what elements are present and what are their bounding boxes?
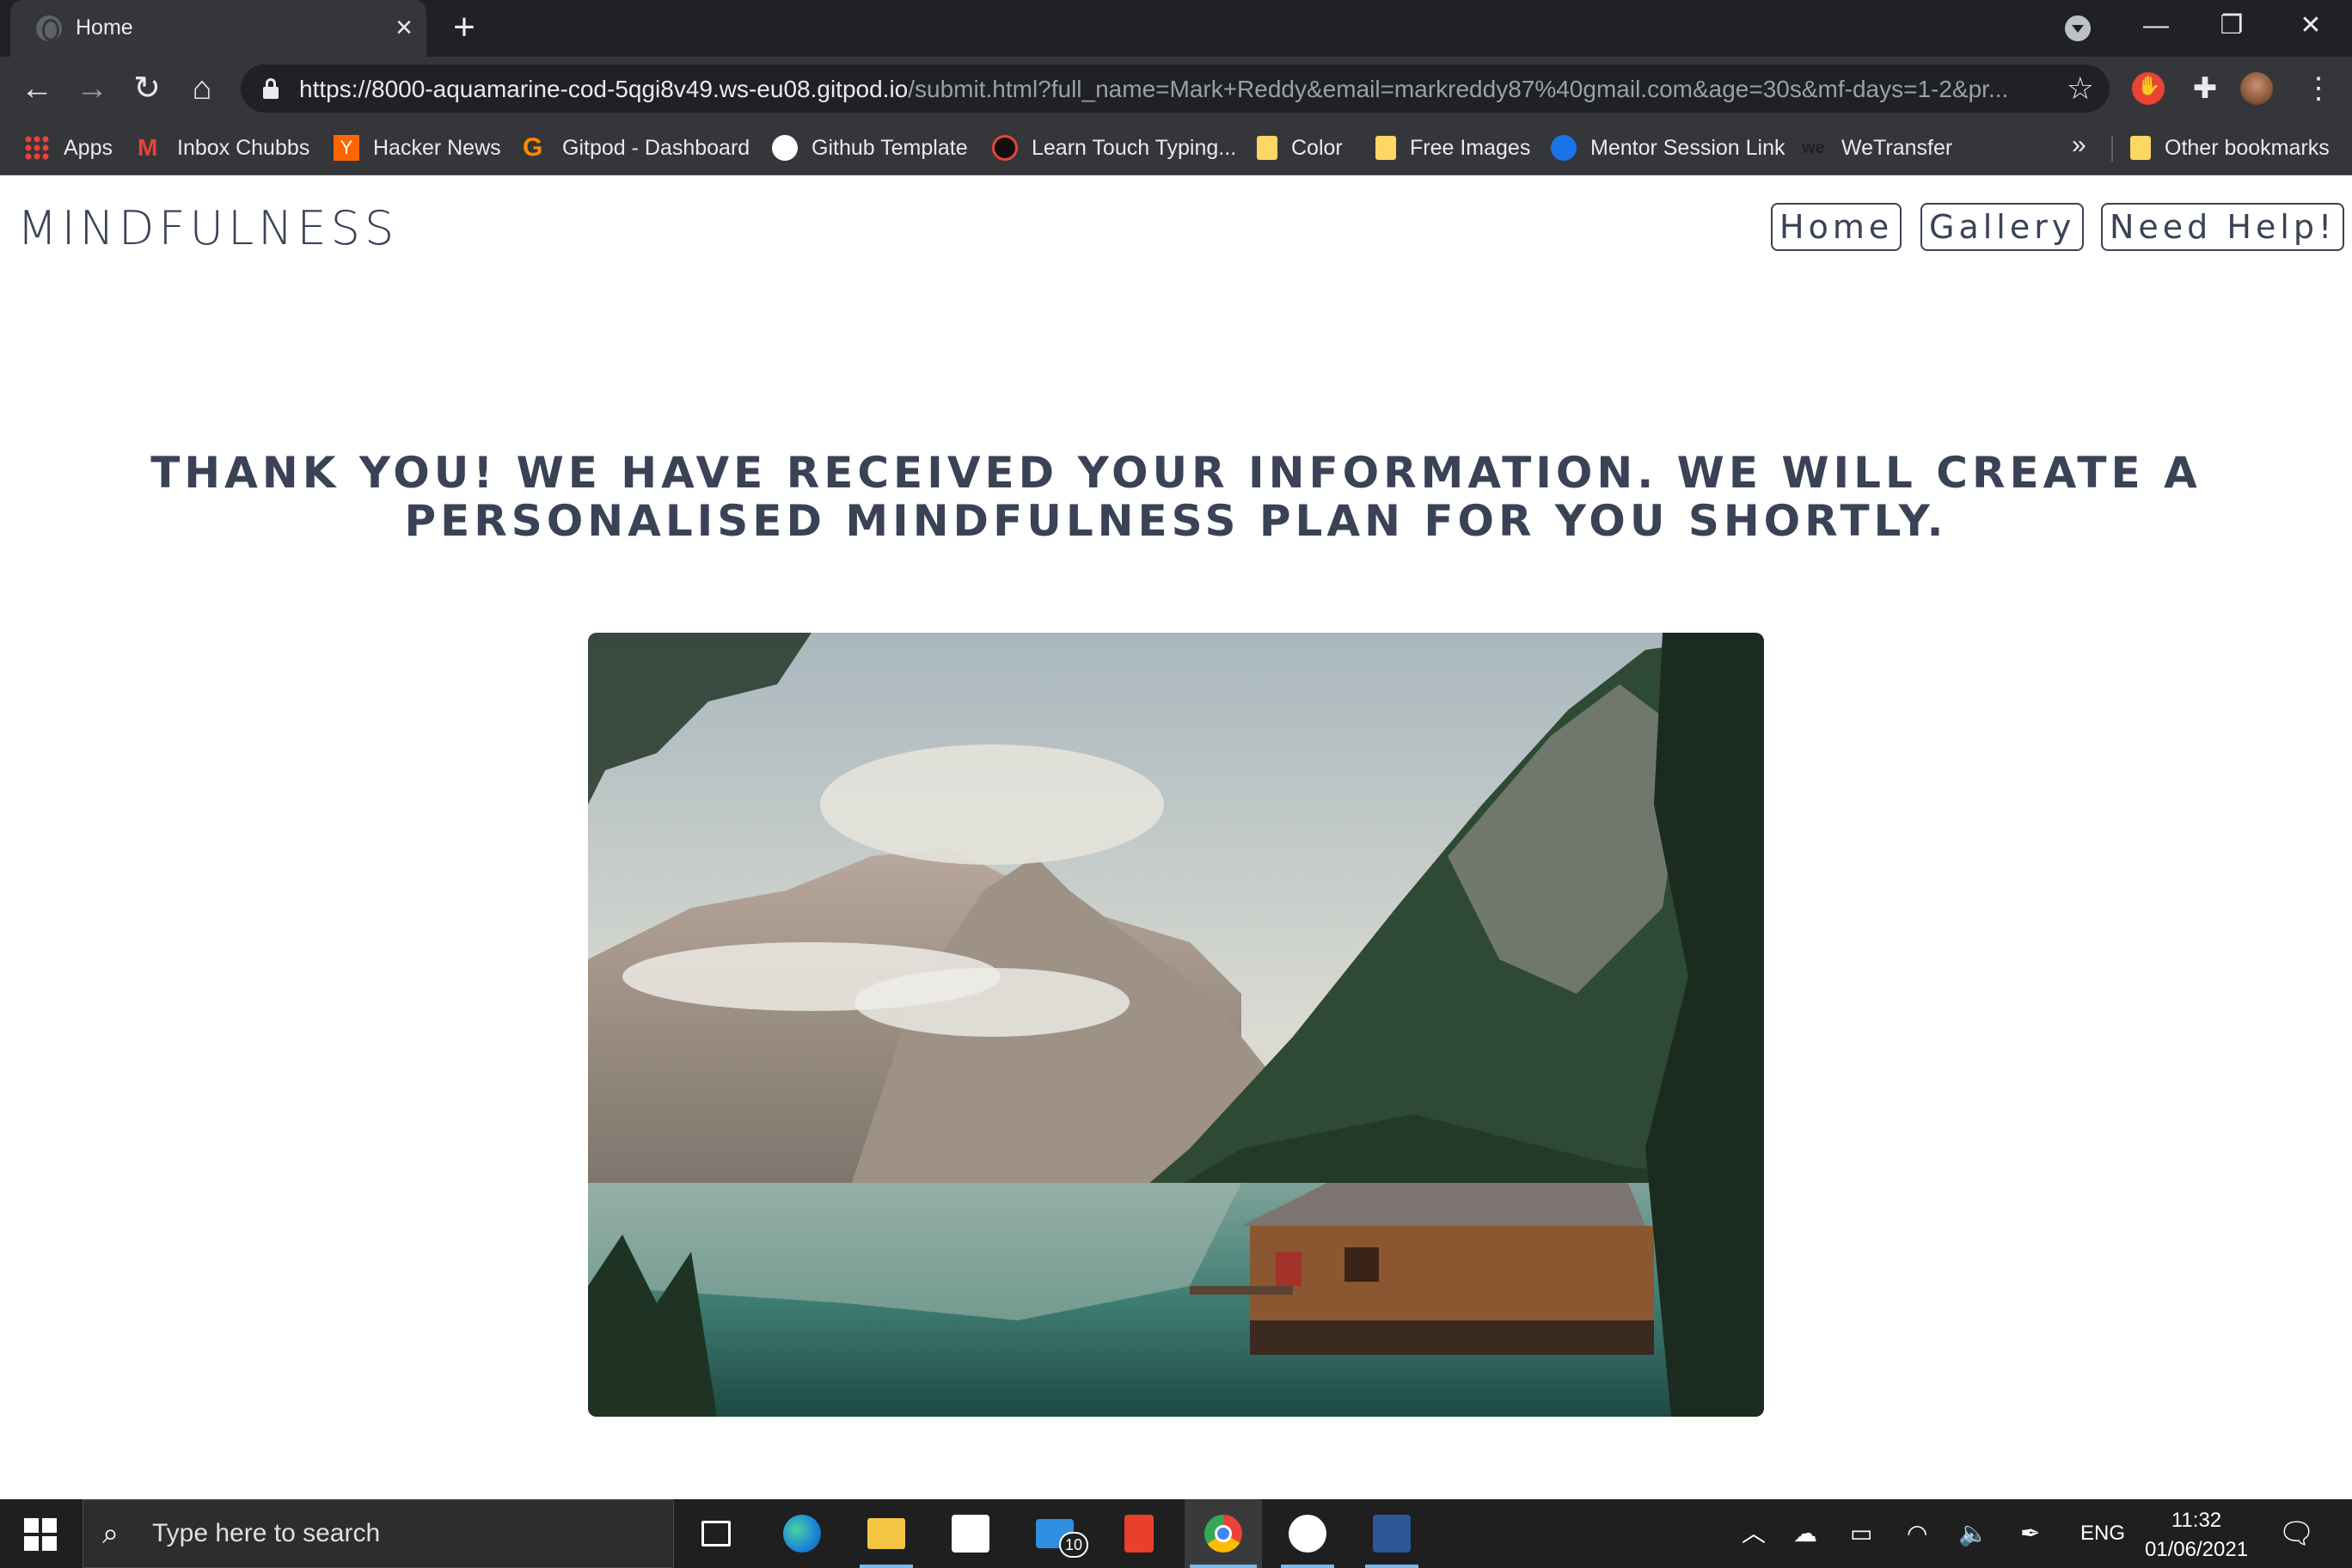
bookmark-inbox-chubbs[interactable]: M Inbox Chubbs — [138, 132, 309, 163]
search-icon: ⌕ — [102, 1517, 119, 1550]
notification-icon[interactable]: 🗨 — [2278, 1516, 2315, 1551]
bookmark-learn-touch-typing[interactable]: Learn Touch Typing... — [992, 132, 1236, 163]
tab-search-icon[interactable] — [2065, 15, 2091, 41]
windows-taskbar: ⌕ Type here to search 10 ︿ ☁ ▭ ◠ 🔈 ✒ ENG… — [0, 1499, 2352, 1568]
bookmark-label: Gitpod - Dashboard — [562, 135, 750, 160]
bookmark-hacker-news[interactable]: Y Hacker News — [334, 132, 501, 163]
hacker-news-icon: Y — [334, 135, 359, 161]
microsoft-store-icon[interactable] — [932, 1499, 1009, 1568]
taskbar-clock[interactable]: 11:32 01/06/2021 — [2132, 1506, 2261, 1565]
gitpod-icon: G — [523, 133, 543, 162]
reload-icon[interactable]: ↻ — [127, 69, 167, 108]
wifi-icon[interactable]: ◠ — [1907, 1516, 1927, 1551]
tab-strip: Home × + — ❐ ✕ — [0, 0, 2352, 57]
mail-icon[interactable]: 10 — [1016, 1499, 1093, 1568]
web-page: MINDFULNESS Home Gallery Need Help! Than… — [0, 175, 2352, 1499]
onedrive-icon[interactable]: ☁ — [1793, 1516, 1817, 1551]
bookmark-label: Learn Touch Typing... — [1032, 135, 1237, 160]
close-window-icon[interactable]: ✕ — [2285, 7, 2337, 45]
bookmark-github-template[interactable]: Github Template — [772, 132, 968, 163]
bookmark-label: WeTransfer — [1841, 135, 1953, 160]
new-tab-button[interactable]: + — [445, 9, 483, 46]
lock-icon — [263, 78, 279, 99]
windows-start-icon[interactable] — [24, 1518, 57, 1551]
thank-you-message: Thank you! We have received your informa… — [150, 448, 2202, 546]
bookmarks-overflow-icon[interactable]: » — [2072, 131, 2086, 160]
language-indicator[interactable]: ENG — [2080, 1516, 2125, 1551]
taskbar-search-box[interactable]: ⌕ Type here to search — [83, 1499, 674, 1568]
globe-icon — [36, 15, 62, 41]
battery-icon[interactable]: ▭ — [1850, 1516, 1872, 1551]
gmail-icon: M — [138, 134, 158, 161]
bookmark-star-icon[interactable]: ☆ — [2067, 71, 2094, 106]
clock-time: 11:32 — [2171, 1509, 2222, 1532]
bookmark-other-bookmarks[interactable]: Other bookmarks — [2130, 132, 2330, 163]
address-bar[interactable]: https://8000-aquamarine-cod-5qgi8v49.ws-… — [241, 64, 2110, 113]
minimize-icon[interactable]: — — [2130, 7, 2182, 45]
bookmark-label: Mentor Session Link — [1590, 135, 1785, 160]
apps-grid-icon — [24, 135, 50, 161]
mentor-link-icon — [1551, 135, 1577, 161]
url-host: https://8000-aquamarine-cod-5qgi8v49.ws-… — [299, 76, 909, 102]
nav-need-help[interactable]: Need Help! — [2101, 203, 2345, 251]
folder-icon — [1375, 136, 1396, 160]
lake-cabin-image — [588, 633, 1764, 1417]
office-icon[interactable] — [1100, 1499, 1178, 1568]
tray-overflow-icon[interactable]: ︿ — [1742, 1516, 1766, 1551]
adblock-extension-icon[interactable] — [2132, 72, 2165, 105]
browser-toolbar: ← → ↻ ⌂ https://8000-aquamarine-cod-5qgi… — [0, 57, 2352, 120]
github-icon — [772, 135, 798, 161]
url-path: /submit.html?full_name=Mark+Reddy&email=… — [908, 76, 2009, 102]
nav-gallery[interactable]: Gallery — [1920, 203, 2085, 251]
bookmark-label: Apps — [64, 135, 113, 160]
browser-menu-icon[interactable]: ⋮ — [2304, 69, 2333, 108]
file-explorer-icon[interactable] — [848, 1499, 925, 1568]
task-view-icon[interactable] — [677, 1499, 755, 1568]
bookmarks-bar: Apps M Inbox Chubbs Y Hacker News G Gitp… — [0, 120, 2352, 175]
wetransfer-icon: we — [1802, 138, 1825, 157]
forward-icon[interactable]: → — [72, 69, 112, 108]
chrome-center-dot — [1215, 1525, 1232, 1542]
bookmark-label: Free Images — [1410, 135, 1531, 160]
tab-title: Home — [76, 15, 133, 40]
home-icon[interactable]: ⌂ — [182, 69, 222, 108]
folder-icon — [1257, 136, 1277, 160]
bookmark-label: Color — [1291, 135, 1343, 160]
bookmark-label: Inbox Chubbs — [177, 135, 310, 160]
profile-avatar[interactable] — [2240, 72, 2273, 105]
volume-icon[interactable]: 🔈 — [1958, 1516, 1988, 1551]
bookmark-color[interactable]: Color — [1257, 132, 1343, 163]
edge-icon[interactable] — [763, 1499, 841, 1568]
restore-icon[interactable]: ❐ — [2206, 7, 2257, 45]
close-tab-icon[interactable]: × — [387, 10, 421, 45]
extensions-icon[interactable]: ✚ — [2189, 72, 2221, 105]
bookmark-apps[interactable]: Apps — [24, 132, 113, 163]
site-logo[interactable]: MINDFULNESS — [17, 201, 398, 255]
word-icon[interactable] — [1353, 1499, 1430, 1568]
back-icon[interactable]: ← — [17, 69, 57, 108]
folder-icon — [2130, 136, 2151, 160]
pen-icon[interactable]: ✒ — [2020, 1516, 2040, 1551]
bookmark-label: Other bookmarks — [2165, 135, 2330, 160]
lake-cabin-illustration — [588, 633, 1764, 1417]
mail-badge: 10 — [1059, 1532, 1088, 1558]
bookmark-free-images[interactable]: Free Images — [1375, 132, 1530, 163]
chrome-icon[interactable] — [1185, 1499, 1262, 1568]
clock-date: 01/06/2021 — [2144, 1538, 2249, 1561]
bookmark-label: Github Template — [812, 135, 968, 160]
bookmark-mentor-session[interactable]: Mentor Session Link — [1551, 132, 1785, 163]
search-placeholder: Type here to search — [152, 1519, 381, 1547]
nav-home[interactable]: Home — [1771, 203, 1902, 251]
slack-icon[interactable] — [1269, 1499, 1346, 1568]
ninja-icon — [992, 135, 1018, 161]
bookmarks-divider — [2111, 136, 2113, 162]
url-text[interactable]: https://8000-aquamarine-cod-5qgi8v49.ws-… — [299, 76, 2008, 103]
browser-tab[interactable]: Home × — [10, 0, 426, 57]
bookmark-label: Hacker News — [373, 135, 501, 160]
bookmark-wetransfer[interactable]: we WeTransfer — [1802, 132, 1952, 163]
bookmark-gitpod[interactable]: G Gitpod - Dashboard — [523, 132, 750, 163]
